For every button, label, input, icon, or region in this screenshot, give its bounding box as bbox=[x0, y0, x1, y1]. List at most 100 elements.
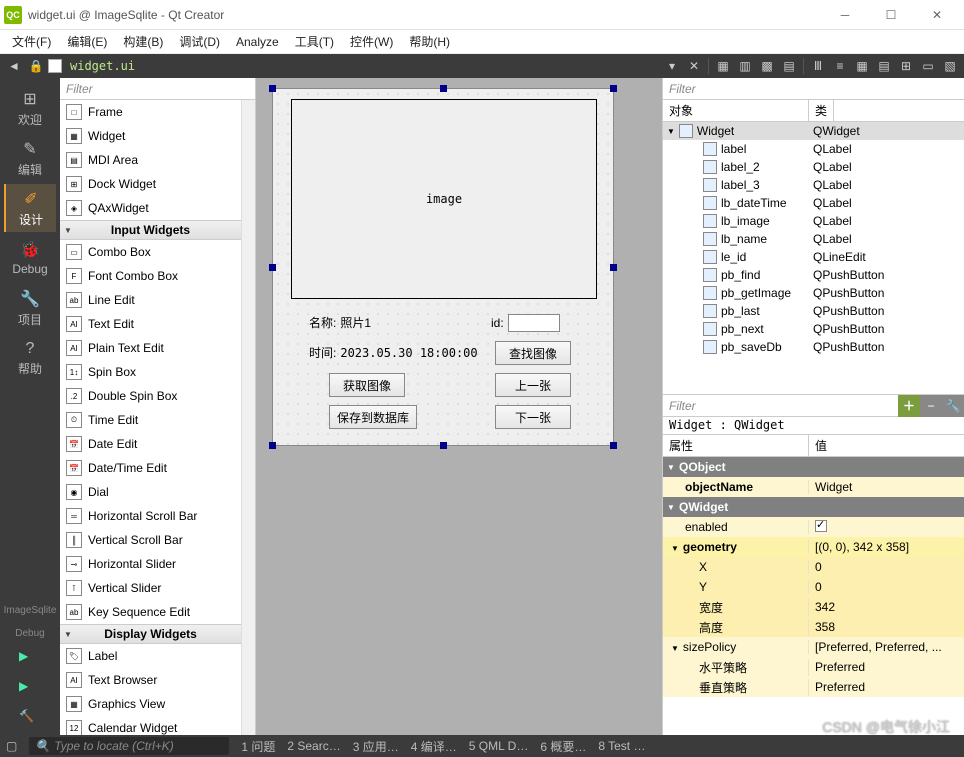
status-issues[interactable]: 1 问题 bbox=[241, 738, 275, 755]
tree-row[interactable]: pb_nextQPushButton bbox=[663, 320, 964, 338]
widget-item[interactable]: .2Double Spin Box bbox=[60, 384, 241, 408]
status-summary[interactable]: 6 概要… bbox=[540, 738, 586, 755]
tree-row[interactable]: le_idQLineEdit bbox=[663, 248, 964, 266]
pb-save-db[interactable]: 保存到数据库 bbox=[329, 405, 417, 429]
prop-sizepolicy[interactable]: sizePolicy[Preferred, Preferred, ... bbox=[663, 637, 964, 657]
prop-vpolicy[interactable]: 垂直策略Preferred bbox=[663, 677, 964, 697]
widgetbox-filter[interactable]: Filter bbox=[60, 78, 255, 100]
widget-item[interactable]: 12Calendar Widget bbox=[60, 716, 241, 735]
status-test[interactable]: 8 Test … bbox=[598, 739, 645, 753]
widget-item[interactable]: abKey Sequence Edit bbox=[60, 600, 241, 624]
signals-icon[interactable]: ▧ bbox=[940, 57, 960, 75]
locator-input[interactable]: 🔍Type to locate (Ctrl+K) bbox=[29, 737, 229, 755]
layout-v-icon[interactable]: ▥ bbox=[735, 57, 755, 75]
mode-welcome[interactable]: ⊞欢迎 bbox=[4, 84, 56, 132]
widget-item[interactable]: ▦Graphics View bbox=[60, 692, 241, 716]
widget-item[interactable]: ▭Combo Box bbox=[60, 240, 241, 264]
menu-file[interactable]: 文件(F) bbox=[4, 30, 59, 53]
object-inspector[interactable]: 对象 类 ▼WidgetQWidgetlabelQLabellabel_2QLa… bbox=[663, 100, 964, 395]
handle[interactable] bbox=[440, 442, 447, 449]
break-layout-icon[interactable]: ▦ bbox=[852, 57, 872, 75]
menu-analyze[interactable]: Analyze bbox=[228, 32, 287, 52]
checkbox-icon[interactable] bbox=[815, 520, 827, 532]
status-app[interactable]: 3 应用… bbox=[353, 738, 399, 755]
pb-get-image[interactable]: 获取图像 bbox=[329, 373, 405, 397]
tree-row[interactable]: ▼WidgetQWidget bbox=[663, 122, 964, 140]
widget-item[interactable]: ◈QAxWidget bbox=[60, 196, 241, 220]
status-compile[interactable]: 4 编译… bbox=[411, 738, 457, 755]
handle[interactable] bbox=[610, 85, 617, 92]
widget-item[interactable]: ═Horizontal Scroll Bar bbox=[60, 504, 241, 528]
maximize-button[interactable]: ☐ bbox=[868, 0, 914, 30]
tree-row[interactable]: lb_dateTimeQLabel bbox=[663, 194, 964, 212]
menu-edit[interactable]: 编辑(E) bbox=[59, 30, 115, 53]
category-display-widgets[interactable]: Display Widgets bbox=[60, 624, 241, 644]
prop-objectname[interactable]: objectNameWidget bbox=[663, 477, 964, 497]
cat-qobject[interactable]: QObject bbox=[663, 457, 964, 477]
document-tab[interactable]: widget.ui bbox=[70, 59, 135, 73]
widget-item[interactable]: ◉Dial bbox=[60, 480, 241, 504]
tree-row[interactable]: pb_saveDbQPushButton bbox=[663, 338, 964, 356]
tree-row[interactable]: label_2QLabel bbox=[663, 158, 964, 176]
mode-projects[interactable]: 🔧项目 bbox=[4, 284, 56, 332]
pb-next[interactable]: 下一张 bbox=[495, 405, 571, 429]
label-time[interactable]: 时间: bbox=[309, 344, 336, 361]
form-designer[interactable]: image 名称: 照片1 id: 时间: 2023.05.30 18:00:0… bbox=[256, 78, 662, 735]
tree-row[interactable]: pb_getImageQPushButton bbox=[663, 284, 964, 302]
preview-icon[interactable]: ▭ bbox=[918, 57, 938, 75]
mode-design[interactable]: ✐设计 bbox=[4, 184, 56, 232]
prop-enabled[interactable]: enabled bbox=[663, 517, 964, 537]
prop-height[interactable]: 高度358 bbox=[663, 617, 964, 637]
prop-geometry[interactable]: geometry[(0, 0), 342 x 358] bbox=[663, 537, 964, 557]
widget-item[interactable]: ⏲Time Edit bbox=[60, 408, 241, 432]
mode-help[interactable]: ?帮助 bbox=[4, 334, 56, 382]
col-object[interactable]: 对象 bbox=[663, 100, 809, 121]
widget-item[interactable]: abLine Edit bbox=[60, 288, 241, 312]
status-search[interactable]: 2 Searc… bbox=[287, 739, 340, 753]
widget-item[interactable]: □Frame bbox=[60, 100, 241, 124]
le-id[interactable] bbox=[508, 314, 560, 332]
mode-debug[interactable]: 🐞Debug bbox=[4, 234, 56, 282]
config-selector[interactable]: Debug bbox=[15, 628, 44, 639]
tree-row[interactable]: labelQLabel bbox=[663, 140, 964, 158]
widget-item[interactable]: 🏷Label bbox=[60, 644, 241, 668]
layout-form-icon[interactable]: ▤ bbox=[779, 57, 799, 75]
lb-image[interactable]: image bbox=[291, 99, 597, 299]
menu-debug[interactable]: 调试(D) bbox=[171, 30, 228, 53]
close-button[interactable]: ✕ bbox=[914, 0, 960, 30]
widget-item[interactable]: ║Vertical Scroll Bar bbox=[60, 528, 241, 552]
menu-help[interactable]: 帮助(H) bbox=[401, 30, 458, 53]
tree-row[interactable]: lb_nameQLabel bbox=[663, 230, 964, 248]
widget-item[interactable]: FFont Combo Box bbox=[60, 264, 241, 288]
vsplit-icon[interactable]: ≡ bbox=[830, 57, 850, 75]
run-button[interactable]: ▶ bbox=[19, 649, 41, 671]
col-class[interactable]: 类 bbox=[809, 100, 834, 121]
close-tab-icon[interactable]: ✕ bbox=[684, 57, 704, 75]
lb-name-value[interactable]: 照片1 bbox=[340, 314, 371, 331]
adjust-icon[interactable]: ▤ bbox=[874, 57, 894, 75]
prop-filter[interactable]: Filter bbox=[663, 399, 898, 413]
close-panel-icon[interactable]: ▢ bbox=[6, 739, 17, 753]
layout-h-icon[interactable]: ▦ bbox=[713, 57, 733, 75]
category-input-widgets[interactable]: Input Widgets bbox=[60, 220, 241, 240]
cat-qwidget[interactable]: QWidget bbox=[663, 497, 964, 517]
lock-icon[interactable]: 🔒 bbox=[26, 57, 46, 75]
col-value[interactable]: 值 bbox=[809, 435, 833, 456]
remove-prop-button[interactable]: − bbox=[920, 395, 942, 417]
pb-find[interactable]: 查找图像 bbox=[495, 341, 571, 365]
col-property[interactable]: 属性 bbox=[663, 435, 809, 456]
prop-list[interactable]: QObject objectNameWidget QWidget enabled… bbox=[663, 457, 964, 735]
build-button[interactable]: 🔨 bbox=[19, 709, 41, 731]
handle[interactable] bbox=[610, 264, 617, 271]
pb-last[interactable]: 上一张 bbox=[495, 373, 571, 397]
grid-icon[interactable]: ⊞ bbox=[896, 57, 916, 75]
widget-item[interactable]: 1↕Spin Box bbox=[60, 360, 241, 384]
add-prop-button[interactable]: ＋ bbox=[898, 395, 920, 417]
widget-item[interactable]: 📅Date/Time Edit bbox=[60, 456, 241, 480]
label-name[interactable]: 名称: bbox=[309, 314, 336, 331]
widget-list[interactable]: □Frame▦Widget▤MDI Area⊞Dock Widget◈QAxWi… bbox=[60, 100, 241, 735]
handle[interactable] bbox=[269, 264, 276, 271]
label-id[interactable]: id: bbox=[491, 316, 504, 330]
mode-edit[interactable]: ✎编辑 bbox=[4, 134, 56, 182]
settings-prop-button[interactable]: 🔧 bbox=[942, 395, 964, 417]
